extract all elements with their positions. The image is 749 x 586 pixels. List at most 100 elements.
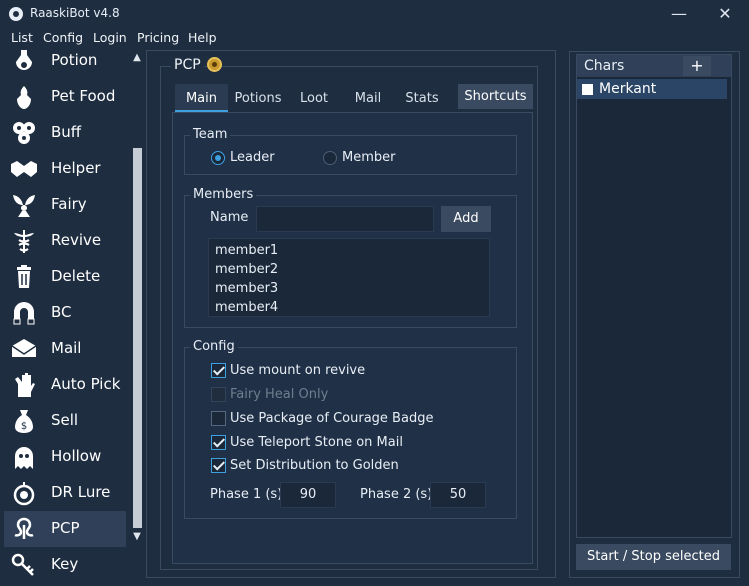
sidebar-item-sell[interactable]: $ Sell bbox=[4, 403, 126, 439]
panel-title: PCP bbox=[171, 57, 204, 73]
key-icon bbox=[11, 553, 34, 576]
members-list[interactable]: member1 member2 member3 member4 bbox=[208, 238, 490, 317]
minimize-button[interactable]: — bbox=[659, 2, 699, 26]
sidebar-item-label: Potion bbox=[51, 51, 98, 69]
sidebar-item-label: DR Lure bbox=[51, 483, 111, 501]
mail-icon bbox=[11, 339, 37, 357]
radio-member[interactable] bbox=[323, 151, 337, 165]
sidebar-item-label: Auto Pick bbox=[51, 375, 121, 393]
menu-login[interactable]: Login bbox=[93, 30, 127, 45]
sidebar-item-dr-lure[interactable]: DR Lure bbox=[4, 475, 126, 511]
checkbox-distribution-golden[interactable] bbox=[211, 458, 226, 473]
sidebar-item-pcp[interactable]: PCP bbox=[4, 511, 126, 547]
sidebar-item-label: Fairy bbox=[51, 195, 87, 213]
list-item[interactable]: member2 bbox=[215, 262, 278, 277]
sidebar-item-label: Revive bbox=[51, 231, 102, 249]
menu-pricing[interactable]: Pricing bbox=[137, 30, 179, 45]
checkbox-distribution-golden-label: Set Distribution to Golden bbox=[230, 458, 399, 473]
char-checkbox[interactable] bbox=[582, 84, 593, 95]
checkbox-fairy-heal-label: Fairy Heal Only bbox=[230, 387, 329, 402]
checkbox-use-mount-label: Use mount on revive bbox=[230, 363, 366, 378]
magnet-icon bbox=[13, 302, 35, 325]
name-label: Name bbox=[210, 210, 249, 225]
sidebar-item-label: Buff bbox=[51, 123, 82, 141]
sidebar-item-hollow[interactable]: Hollow bbox=[4, 439, 126, 475]
svg-text:$: $ bbox=[21, 421, 27, 432]
start-stop-button[interactable]: Start / Stop selected bbox=[576, 544, 731, 570]
sidebar-item-buff[interactable]: Buff bbox=[4, 115, 126, 151]
pet-food-icon bbox=[17, 86, 31, 109]
sidebar-item-label: Delete bbox=[51, 267, 101, 285]
trash-icon bbox=[17, 265, 31, 288]
tab-main[interactable]: Main bbox=[175, 84, 228, 112]
sidebar-item-label: Sell bbox=[51, 411, 79, 429]
app-logo-icon bbox=[9, 7, 23, 21]
tentacle-icon bbox=[14, 517, 34, 539]
radio-leader-label: Leader bbox=[230, 150, 275, 165]
phase1-label: Phase 1 (s) bbox=[210, 487, 283, 502]
sidebar: Potion Pet Food Buff Helper Fairy Revive… bbox=[0, 48, 146, 586]
sidebar-item-potion[interactable]: Potion bbox=[4, 48, 126, 79]
sidebar-item-revive[interactable]: Revive bbox=[4, 223, 126, 259]
member-name-input[interactable] bbox=[256, 206, 434, 232]
sidebar-item-label: Mail bbox=[51, 339, 82, 357]
sidebar-item-label: Key bbox=[51, 555, 79, 573]
pcp-badge-icon bbox=[207, 57, 222, 72]
sidebar-item-delete[interactable]: Delete bbox=[4, 259, 126, 295]
checkbox-courage-badge[interactable] bbox=[211, 411, 226, 426]
radio-member-label: Member bbox=[342, 150, 396, 165]
menu-bar: List Config Login Pricing Help bbox=[0, 28, 749, 48]
menu-config[interactable]: Config bbox=[43, 30, 83, 45]
sidebar-item-label: Pet Food bbox=[51, 87, 116, 105]
add-member-button[interactable]: Add bbox=[441, 206, 491, 232]
phase1-input[interactable]: 90 bbox=[280, 482, 336, 508]
caduceus-icon bbox=[14, 230, 34, 253]
sidebar-item-label: Helper bbox=[51, 159, 101, 177]
list-item[interactable]: member1 bbox=[215, 243, 278, 258]
tab-mail[interactable]: Mail bbox=[345, 84, 391, 112]
char-name: Merkant bbox=[599, 81, 657, 97]
close-button[interactable]: ✕ bbox=[705, 2, 745, 26]
money-bag-icon: $ bbox=[15, 410, 33, 433]
tab-stats[interactable]: Stats bbox=[398, 84, 446, 112]
members-title: Members bbox=[190, 187, 257, 202]
team-title: Team bbox=[190, 127, 231, 142]
sidebar-item-label: PCP bbox=[51, 519, 80, 537]
window-title: RaaskiBot v4.8 bbox=[30, 6, 120, 20]
sidebar-item-pet-food[interactable]: Pet Food bbox=[4, 79, 126, 115]
list-item[interactable]: member3 bbox=[215, 281, 278, 296]
ghost-icon bbox=[15, 447, 33, 469]
fairy-icon bbox=[13, 195, 35, 217]
shortcuts-button[interactable]: Shortcuts bbox=[458, 84, 533, 109]
sidebar-item-helper[interactable]: Helper bbox=[4, 151, 126, 187]
add-char-button[interactable]: + bbox=[683, 56, 711, 76]
sidebar-scroll-thumb[interactable] bbox=[133, 148, 142, 528]
checkbox-courage-badge-label: Use Package of Courage Badge bbox=[230, 411, 434, 426]
sidebar-item-key[interactable]: Key bbox=[4, 547, 126, 583]
scroll-up-icon[interactable]: ▲ bbox=[131, 52, 143, 64]
checkbox-fairy-heal bbox=[211, 387, 226, 402]
sidebar-item-label: BC bbox=[51, 303, 72, 321]
radio-leader[interactable] bbox=[211, 151, 225, 165]
menu-help[interactable]: Help bbox=[188, 30, 217, 45]
checkbox-teleport-stone[interactable] bbox=[211, 435, 226, 450]
sidebar-item-fairy[interactable]: Fairy bbox=[4, 187, 126, 223]
chars-list[interactable] bbox=[576, 54, 732, 538]
checkbox-use-mount[interactable] bbox=[211, 363, 226, 378]
bomb-icon bbox=[13, 482, 35, 506]
sidebar-item-bc[interactable]: BC bbox=[4, 295, 126, 331]
sidebar-item-label: Hollow bbox=[51, 447, 102, 465]
title-bar: RaaskiBot v4.8 — ✕ bbox=[0, 0, 749, 28]
sidebar-item-auto-pick[interactable]: Auto Pick bbox=[4, 367, 126, 403]
handshake-icon bbox=[11, 161, 37, 177]
chars-title: Chars bbox=[584, 58, 625, 74]
tab-potions[interactable]: Potions bbox=[230, 84, 286, 112]
sidebar-item-mail[interactable]: Mail bbox=[4, 331, 126, 367]
phase2-input[interactable]: 50 bbox=[430, 482, 486, 508]
config-title: Config bbox=[190, 339, 238, 354]
scroll-down-icon[interactable]: ▼ bbox=[131, 531, 143, 543]
buff-icon bbox=[13, 122, 35, 144]
list-item[interactable]: member4 bbox=[215, 300, 278, 315]
menu-list[interactable]: List bbox=[11, 30, 33, 45]
tab-loot[interactable]: Loot bbox=[291, 84, 337, 112]
